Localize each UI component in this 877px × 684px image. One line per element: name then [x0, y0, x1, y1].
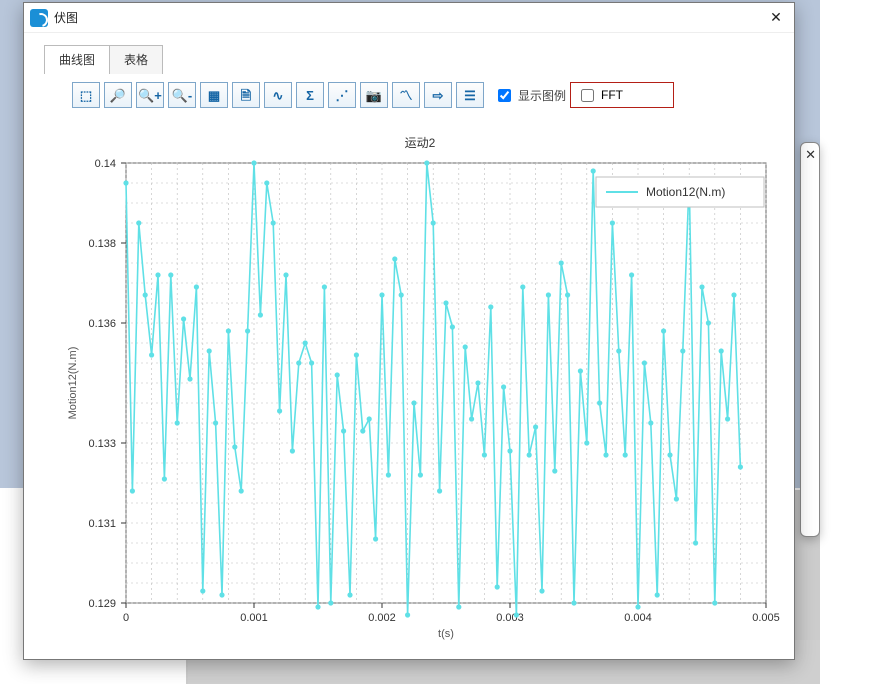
svg-text:Motion12(N.m): Motion12(N.m): [646, 185, 725, 199]
svg-text:运动2: 运动2: [405, 136, 436, 150]
tabs: 曲线图 表格: [44, 45, 794, 74]
svg-text:0.131: 0.131: [88, 518, 116, 530]
scatter-icon: ⋰: [336, 89, 349, 102]
close-button[interactable]: ✕: [764, 6, 788, 30]
tab-curve[interactable]: 曲线图: [44, 45, 110, 74]
titlebar: 伏图 ✕: [24, 3, 794, 33]
toolbar: ⬚ 🔎 🔍+ 🔍- ▦ 🗎 ∿ Σ ⋰ 📷 〽 ⇨ ☰ 显示图例 FFT: [24, 74, 794, 116]
line-icon: ∿: [273, 89, 284, 102]
zoom-out-button[interactable]: 🔍-: [168, 82, 196, 108]
sigma-icon: Σ: [306, 89, 314, 102]
close-icon[interactable]: ✕: [805, 147, 816, 163]
save-button[interactable]: 🗎: [232, 82, 260, 108]
svg-text:0.004: 0.004: [624, 612, 652, 624]
fft-label: FFT: [601, 88, 623, 102]
save-icon: 🗎: [241, 89, 251, 102]
window-title: 伏图: [54, 9, 78, 26]
home-icon: ⬚: [80, 89, 92, 102]
svg-text:Motion12(N.m): Motion12(N.m): [67, 347, 79, 420]
svg-text:0.002: 0.002: [368, 612, 396, 624]
svg-text:0.133: 0.133: [88, 438, 116, 450]
curve2-icon: 〽: [399, 89, 412, 102]
plot-area: 运动2 0 0.001 0.002 0.003 0.004 0.005 0.129 0.131 0…: [60, 133, 778, 641]
zoom-box-icon: 🔎: [110, 89, 126, 102]
show-legend-wrapper[interactable]: 显示图例: [494, 86, 566, 105]
show-legend-checkbox[interactable]: [498, 89, 511, 102]
zoom-in-icon: 🔍+: [138, 89, 162, 102]
app-icon: [30, 9, 48, 27]
camera-button[interactable]: 📷: [360, 82, 388, 108]
tab-table[interactable]: 表格: [109, 45, 163, 74]
home-button[interactable]: ⬚: [72, 82, 100, 108]
svg-text:0.136: 0.136: [88, 318, 116, 330]
line-button[interactable]: ∿: [264, 82, 292, 108]
export-button[interactable]: ⇨: [424, 82, 452, 108]
fft-highlight-box: FFT: [570, 82, 674, 108]
chart-svg: 运动2 0 0.001 0.002 0.003 0.004 0.005 0.129 0.131 0…: [60, 133, 780, 643]
scatter-button[interactable]: ⋰: [328, 82, 356, 108]
zoom-box-button[interactable]: 🔎: [104, 82, 132, 108]
settings-button[interactable]: ☰: [456, 82, 484, 108]
zoom-in-button[interactable]: 🔍+: [136, 82, 164, 108]
camera-icon: 📷: [366, 89, 382, 102]
grid-button[interactable]: ▦: [200, 82, 228, 108]
zoom-out-icon: 🔍-: [172, 89, 193, 102]
svg-text:0.005: 0.005: [752, 612, 780, 624]
hidden-panel: ✕: [800, 142, 820, 537]
grid-icon: ▦: [208, 89, 220, 102]
svg-text:0.138: 0.138: [88, 238, 116, 250]
settings-icon: ☰: [464, 89, 476, 102]
svg-text:t(s): t(s): [438, 628, 454, 640]
svg-text:0.129: 0.129: [88, 598, 116, 610]
svg-text:0.001: 0.001: [240, 612, 268, 624]
show-legend-label: 显示图例: [518, 87, 566, 104]
export-icon: ⇨: [433, 89, 444, 102]
fft-checkbox[interactable]: [581, 89, 594, 102]
sigma-button[interactable]: Σ: [296, 82, 324, 108]
svg-text:0.003: 0.003: [496, 612, 524, 624]
plot-dialog: 伏图 ✕ 曲线图 表格 ⬚ 🔎 🔍+ 🔍- ▦ 🗎 ∿ Σ ⋰ 📷 〽 ⇨ ☰ …: [23, 2, 795, 660]
curve2-button[interactable]: 〽: [392, 82, 420, 108]
background-white-stripe: [820, 0, 877, 684]
svg-text:0.14: 0.14: [95, 158, 116, 170]
svg-text:0: 0: [123, 612, 129, 624]
